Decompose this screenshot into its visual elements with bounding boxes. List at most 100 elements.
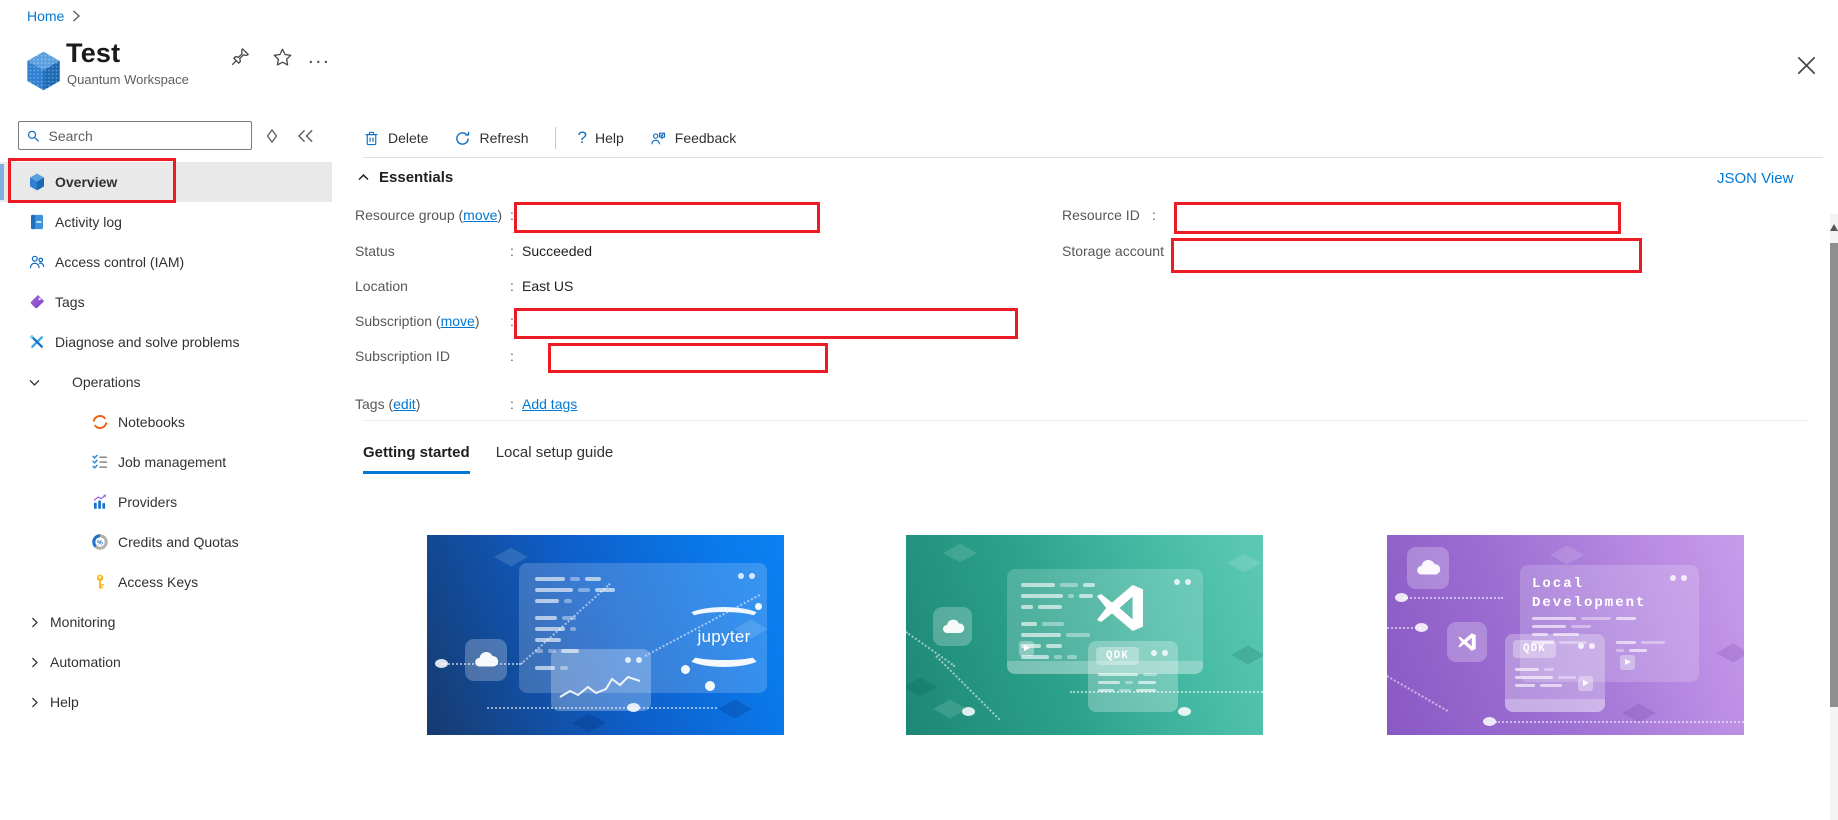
- refresh-label: Refresh: [479, 130, 528, 146]
- sidebar-search: [18, 121, 252, 150]
- sidebar-item-tags[interactable]: Tags: [0, 282, 332, 322]
- content-tabs: Getting started Local setup guide: [363, 444, 613, 474]
- sidebar-item-providers[interactable]: Providers: [0, 482, 332, 522]
- essentials-row-resource-id: Resource ID :: [1062, 207, 1140, 223]
- delete-button[interactable]: Delete: [363, 130, 428, 147]
- card-jupyter-notebooks[interactable]: jupyter: [427, 535, 784, 735]
- card-local-development[interactable]: Local Development QDK: [1387, 535, 1744, 735]
- expand-sections-icon[interactable]: [266, 129, 278, 143]
- status-value: Succeeded: [522, 243, 592, 259]
- cloud-icon: [1415, 559, 1441, 577]
- add-tags-link[interactable]: Add tags: [522, 396, 577, 412]
- sidebar-item-access-control-iam[interactable]: Access control (IAM): [0, 242, 332, 282]
- decor-diamond: [1716, 644, 1744, 663]
- sidebar-item-label: Overview: [55, 174, 117, 190]
- quantum-workspace-overview-page: Home Test Quantum Workspace ... Overview…: [0, 0, 1838, 820]
- breadcrumb-chevron-icon: [71, 10, 81, 22]
- sidebar-item-job-management[interactable]: Job management: [0, 442, 332, 482]
- decor-diamond: [1231, 646, 1263, 665]
- sidebar-group-operations[interactable]: Operations: [0, 362, 332, 402]
- chevron-right-icon: [28, 656, 41, 669]
- sidebar-item-label: Access Keys: [118, 574, 198, 590]
- subscription-move-link[interactable]: move: [441, 313, 475, 329]
- decor-dotted-line: [1495, 721, 1744, 723]
- window-dots: [1151, 650, 1168, 656]
- location-label: Location: [355, 278, 408, 294]
- sidebar-group-label: Monitoring: [50, 614, 115, 630]
- resource-group-label-close: ): [497, 207, 502, 223]
- tab-getting-started[interactable]: Getting started: [363, 444, 470, 474]
- overview-cube-icon: [28, 173, 46, 191]
- sidebar-item-diagnose[interactable]: Diagnose and solve problems: [0, 322, 332, 362]
- essentials-divider: [363, 420, 1807, 421]
- tags-label-close: ): [416, 396, 421, 412]
- collapse-sidebar-icon[interactable]: [297, 129, 314, 143]
- sidebar-group-automation[interactable]: Automation: [0, 642, 332, 682]
- local-dev-title-line1: Local: [1532, 575, 1646, 594]
- pin-icon[interactable]: [230, 46, 251, 67]
- sidebar-group-monitoring[interactable]: Monitoring: [0, 602, 332, 642]
- search-input[interactable]: [46, 127, 243, 145]
- sidebar-item-label: Job management: [118, 454, 226, 470]
- sidebar-item-label: Diagnose and solve problems: [55, 334, 239, 350]
- json-view-link[interactable]: JSON View: [1717, 170, 1793, 187]
- resource-group-label: Resource group (: [355, 207, 463, 223]
- essentials-row-status: Status : Succeeded: [355, 243, 395, 259]
- refresh-icon: [454, 130, 471, 147]
- sidebar-item-label: Access control (IAM): [55, 254, 184, 270]
- scrollbar-thumb[interactable]: [1830, 243, 1838, 707]
- decor-diamond: [943, 544, 977, 563]
- feedback-label: Feedback: [675, 130, 736, 146]
- page-subtitle: Quantum Workspace: [67, 72, 189, 87]
- sidebar-group-label: Help: [50, 694, 79, 710]
- decor-diamond: [1622, 704, 1656, 723]
- toolbar-divider: [363, 157, 1823, 158]
- decor-diamond: [1550, 546, 1584, 565]
- jupyter-logo: jupyter: [679, 607, 769, 667]
- search-icon: [27, 129, 39, 143]
- close-icon[interactable]: [1795, 54, 1818, 77]
- sidebar-group-help[interactable]: Help: [0, 682, 332, 722]
- sidebar-item-label: Credits and Quotas: [118, 534, 239, 550]
- essentials-row-location: Location : East US: [355, 278, 408, 294]
- qdk-badge: QDK: [1513, 640, 1556, 658]
- qdk-window: QDK: [1505, 634, 1605, 712]
- credits-quotas-icon: %: [91, 533, 109, 551]
- decor-node: [1395, 593, 1408, 602]
- colon: :: [510, 348, 514, 364]
- sidebar-item-credits-quotas[interactable]: % Credits and Quotas: [0, 522, 332, 562]
- sidebar-item-label: Providers: [118, 494, 177, 510]
- decor-node: [962, 707, 975, 716]
- tab-local-setup-guide[interactable]: Local setup guide: [496, 444, 614, 471]
- essentials-row-resource-group: Resource group (move) :: [355, 207, 502, 223]
- annotation-box-subscription: [514, 308, 1018, 339]
- annotation-box-resource-group: [514, 202, 820, 233]
- more-options-icon[interactable]: ...: [308, 46, 331, 69]
- scrollbar-up-arrow[interactable]: [1830, 224, 1838, 231]
- feedback-button[interactable]: Feedback: [650, 130, 736, 147]
- essentials-title: Essentials: [379, 169, 453, 186]
- essentials-row-subscription: Subscription (move) :: [355, 313, 480, 329]
- card-vscode-qdk[interactable]: QDK: [906, 535, 1263, 735]
- breadcrumb-home-link[interactable]: Home: [27, 8, 64, 24]
- vscode-icon: [1456, 631, 1478, 653]
- essentials-row-tags: Tags (edit) : Add tags: [355, 396, 420, 412]
- diagnose-tools-icon: [28, 333, 46, 351]
- code-lines: [1098, 673, 1157, 692]
- tags-edit-link[interactable]: edit: [393, 396, 416, 412]
- resource-group-move-link[interactable]: move: [463, 207, 497, 223]
- essentials-collapse-toggle[interactable]: Essentials: [357, 169, 453, 186]
- refresh-button[interactable]: Refresh: [454, 130, 528, 147]
- page-title: Test: [66, 38, 120, 69]
- sidebar-item-notebooks[interactable]: Notebooks: [0, 402, 332, 442]
- sidebar-item-overview[interactable]: Overview: [0, 162, 332, 202]
- help-button[interactable]: ? Help: [578, 128, 624, 148]
- trash-icon: [363, 130, 380, 147]
- sidebar-item-activity-log[interactable]: Activity log: [0, 202, 332, 242]
- sidebar-item-access-keys[interactable]: Access Keys: [0, 562, 332, 602]
- favorite-star-icon[interactable]: [272, 47, 293, 68]
- subscription-label: Subscription (: [355, 313, 441, 329]
- cloud-tile: [1407, 547, 1449, 589]
- essentials-row-subscription-id: Subscription ID :: [355, 348, 450, 364]
- access-control-icon: [28, 253, 46, 271]
